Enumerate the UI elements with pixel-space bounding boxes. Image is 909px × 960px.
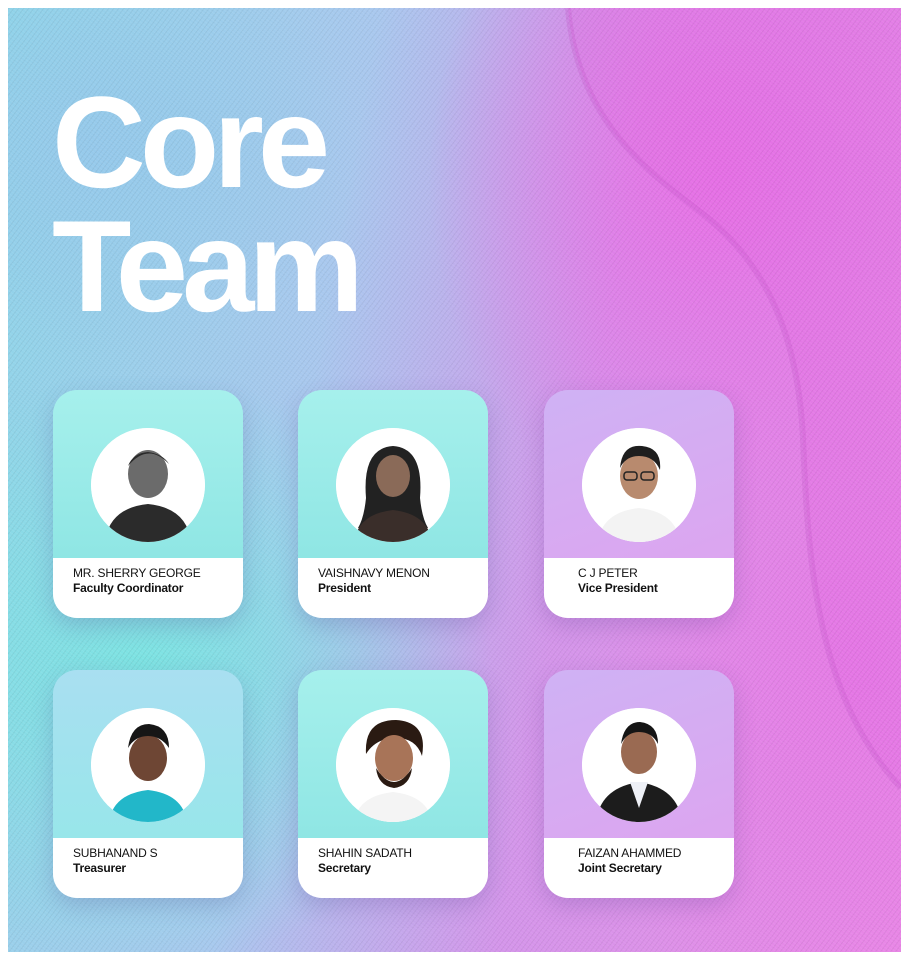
member-role: Vice President <box>578 581 658 595</box>
member-photo <box>582 708 696 822</box>
member-card-joint-secretary: FAIZAN AHAMMED Joint Secretary <box>544 670 734 898</box>
card-photo-panel <box>298 670 488 838</box>
card-photo-panel <box>544 390 734 558</box>
member-card-faculty-coordinator: MR. SHERRY GEORGE Faculty Coordinator <box>53 390 243 618</box>
member-role: President <box>318 581 371 595</box>
member-name: FAIZAN AHAMMED <box>578 846 682 860</box>
member-photo <box>336 428 450 542</box>
member-photo <box>91 428 205 542</box>
page-title: Core Team <box>52 69 364 339</box>
member-card-treasurer: SUBHANAND S Treasurer <box>53 670 243 898</box>
person-silhouette-icon <box>91 428 205 542</box>
member-name: C J PETER <box>578 566 638 580</box>
title-line-2: Team <box>52 193 364 339</box>
member-name: SHAHIN SADATH <box>318 846 412 860</box>
card-photo-panel <box>298 390 488 558</box>
member-role: Joint Secretary <box>578 861 662 875</box>
member-role: Faculty Coordinator <box>73 581 184 595</box>
person-silhouette-icon <box>91 708 205 822</box>
member-card-secretary: SHAHIN SADATH Secretary <box>298 670 488 898</box>
title-line-1: Core <box>52 69 330 215</box>
person-silhouette-icon <box>582 428 696 542</box>
card-photo-panel <box>53 390 243 558</box>
member-photo <box>582 428 696 542</box>
member-role: Treasurer <box>73 861 126 875</box>
person-silhouette-icon <box>582 708 696 822</box>
member-name: MR. SHERRY GEORGE <box>73 566 201 580</box>
member-photo <box>336 708 450 822</box>
card-photo-panel <box>53 670 243 838</box>
card-photo-panel <box>544 670 734 838</box>
person-silhouette-icon <box>336 428 450 542</box>
member-photo <box>91 708 205 822</box>
person-silhouette-icon <box>336 708 450 822</box>
poster: Core Team MR. SHERRY GEORGE Faculty Coor… <box>8 8 901 952</box>
member-role: Secretary <box>318 861 371 875</box>
member-name: SUBHANAND S <box>73 846 158 860</box>
member-name: VAISHNAVY MENON <box>318 566 430 580</box>
member-card-vice-president: C J PETER Vice President <box>544 390 734 618</box>
member-card-president: VAISHNAVY MENON President <box>298 390 488 618</box>
